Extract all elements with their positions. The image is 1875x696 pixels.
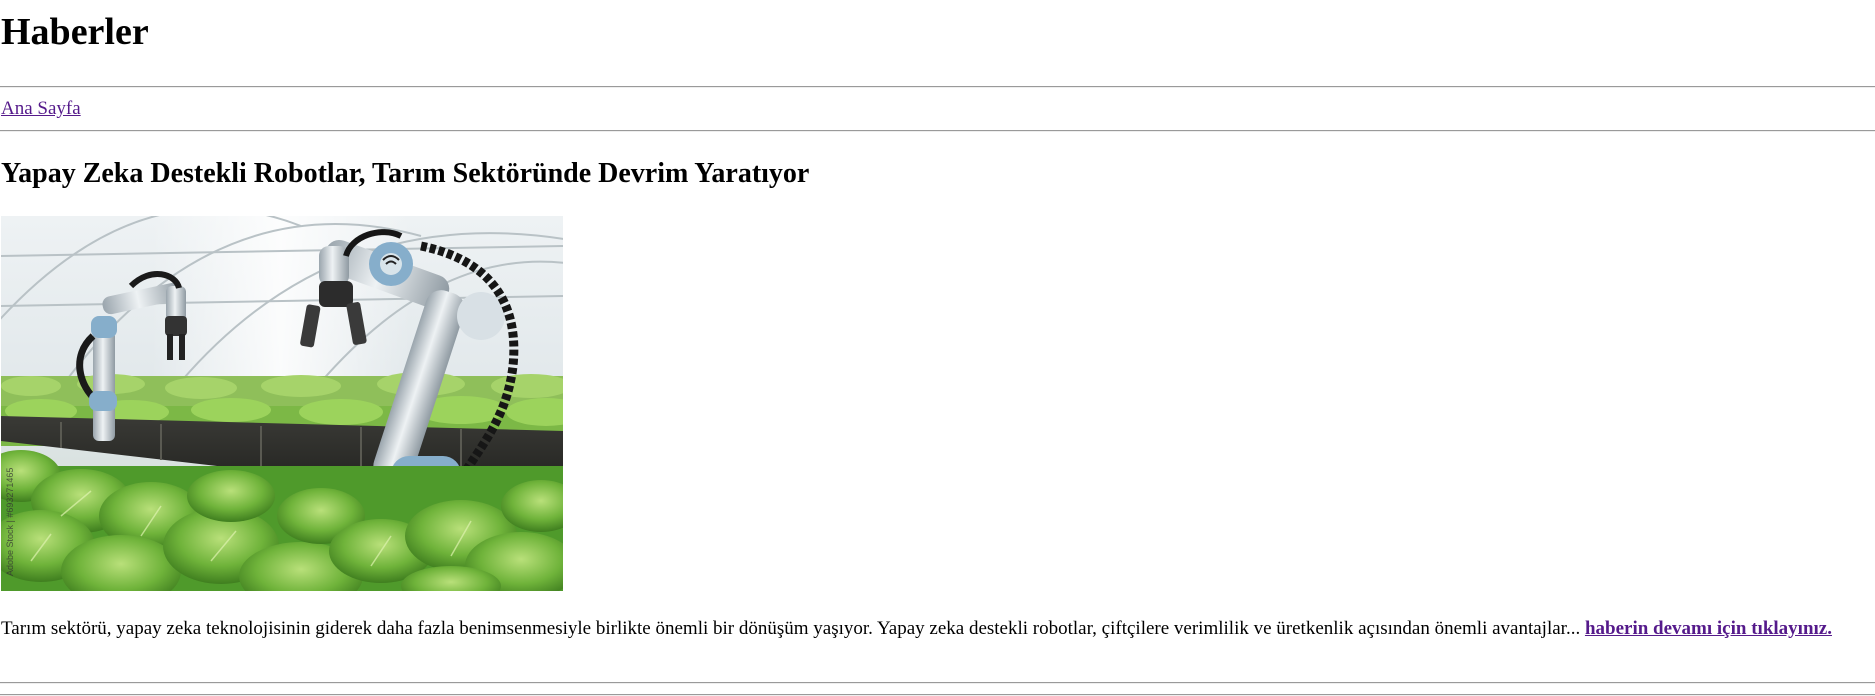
divider [0, 130, 1875, 132]
divider [0, 86, 1875, 88]
divider [0, 682, 1875, 684]
article-title: Yapay Zeka Destekli Robotlar, Tarım Sekt… [1, 158, 810, 189]
news-page: Haberler Ana Sayfa Yapay Zeka Destekli R… [0, 0, 1875, 696]
home-link[interactable]: Ana Sayfa [1, 98, 81, 120]
article-image: Adobe Stock | #693271465 [1, 216, 563, 591]
summary-text: Tarım sektörü, yapay zeka teknolojisinin… [1, 618, 1585, 639]
read-more-link[interactable]: haberin devamı için tıklayınız. [1585, 618, 1832, 639]
article-summary: Tarım sektörü, yapay zeka teknolojisinin… [1, 617, 1861, 640]
page-heading: Haberler [1, 11, 149, 53]
svg-text:Adobe Stock | #693271465: Adobe Stock | #693271465 [5, 468, 15, 576]
